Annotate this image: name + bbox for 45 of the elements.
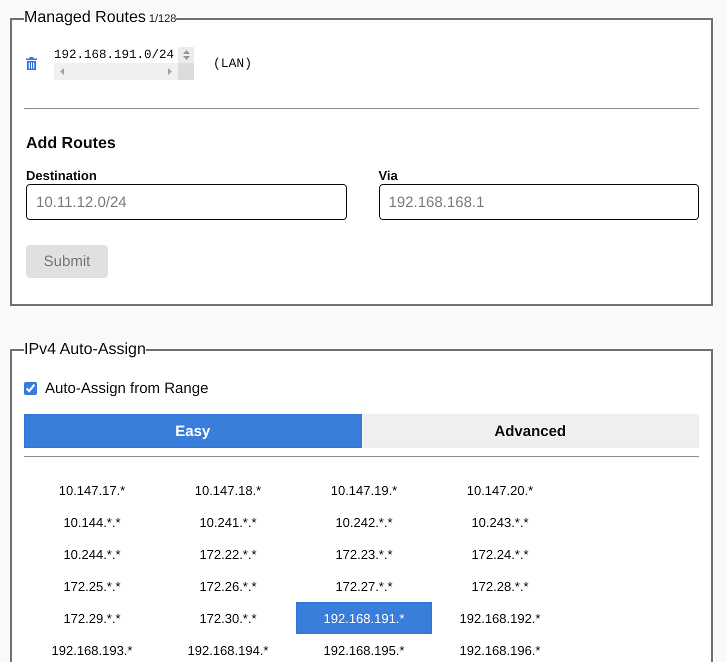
vertical-scrollbar[interactable] bbox=[178, 47, 194, 63]
range-option[interactable]: 172.28.*.* bbox=[432, 570, 568, 602]
range-option[interactable]: 10.242.*.* bbox=[296, 506, 432, 538]
route-count: 1/128 bbox=[148, 12, 176, 27]
trash-icon[interactable] bbox=[26, 57, 37, 70]
tab[interactable]: Easy bbox=[24, 414, 362, 448]
auto-assign-checkbox[interactable] bbox=[24, 382, 37, 394]
range-option[interactable]: 172.26.*.* bbox=[160, 570, 296, 602]
route-field[interactable]: 192.168.191.0/24 bbox=[54, 47, 194, 80]
scroll-up-icon[interactable] bbox=[182, 50, 190, 54]
field-label: Destination bbox=[26, 168, 98, 184]
range-option[interactable]: 172.22.*.* bbox=[160, 538, 296, 570]
scroll-down-icon[interactable] bbox=[182, 56, 190, 60]
range-option[interactable]: 172.29.*.* bbox=[24, 602, 160, 634]
range-option[interactable]: 172.30.*.* bbox=[160, 602, 296, 634]
range-option[interactable]: 192.168.191.* bbox=[296, 602, 432, 634]
route-note: (LAN) bbox=[213, 56, 252, 71]
section-heading: Add Routes bbox=[26, 134, 117, 154]
range-option[interactable]: 10.241.*.* bbox=[160, 506, 296, 538]
range-option[interactable]: 192.168.192.* bbox=[432, 602, 568, 634]
range-option[interactable]: 172.23.*.* bbox=[296, 538, 432, 570]
field-label: Via bbox=[378, 168, 399, 184]
horizontal-scrollbar[interactable] bbox=[54, 63, 178, 80]
range-option[interactable]: 10.147.18.* bbox=[160, 474, 296, 506]
range-option[interactable]: 192.168.196.* bbox=[432, 634, 568, 662]
checkbox-label: Auto-Assign from Range bbox=[45, 380, 208, 396]
scroll-left-icon[interactable] bbox=[60, 68, 64, 75]
panel-title: Managed Routes bbox=[24, 8, 146, 28]
range-option[interactable]: 192.168.194.* bbox=[160, 634, 296, 662]
range-option[interactable]: 10.147.19.* bbox=[296, 474, 432, 506]
panel-title: IPv4 Auto-Assign bbox=[24, 340, 146, 360]
range-option[interactable]: 172.27.*.* bbox=[296, 570, 432, 602]
range-option[interactable]: 10.147.17.* bbox=[24, 474, 160, 506]
range-option[interactable]: 172.24.*.* bbox=[432, 538, 568, 570]
input-field[interactable]: 192.168.168.1 bbox=[378, 184, 699, 220]
tab[interactable]: Advanced bbox=[362, 414, 699, 448]
range-option[interactable]: 10.244.*.* bbox=[24, 538, 160, 570]
range-option[interactable]: 192.168.193.* bbox=[24, 634, 160, 662]
input-field[interactable]: 10.11.12.0/24 bbox=[26, 184, 346, 220]
range-option[interactable]: 10.144.*.* bbox=[24, 506, 160, 538]
range-option[interactable]: 192.168.195.* bbox=[296, 634, 432, 662]
scroll-right-icon[interactable] bbox=[168, 68, 172, 75]
range-option[interactable]: 10.243.*.* bbox=[432, 506, 568, 538]
range-option[interactable]: 10.147.20.* bbox=[432, 474, 568, 506]
range-option[interactable]: 172.25.*.* bbox=[24, 570, 160, 602]
